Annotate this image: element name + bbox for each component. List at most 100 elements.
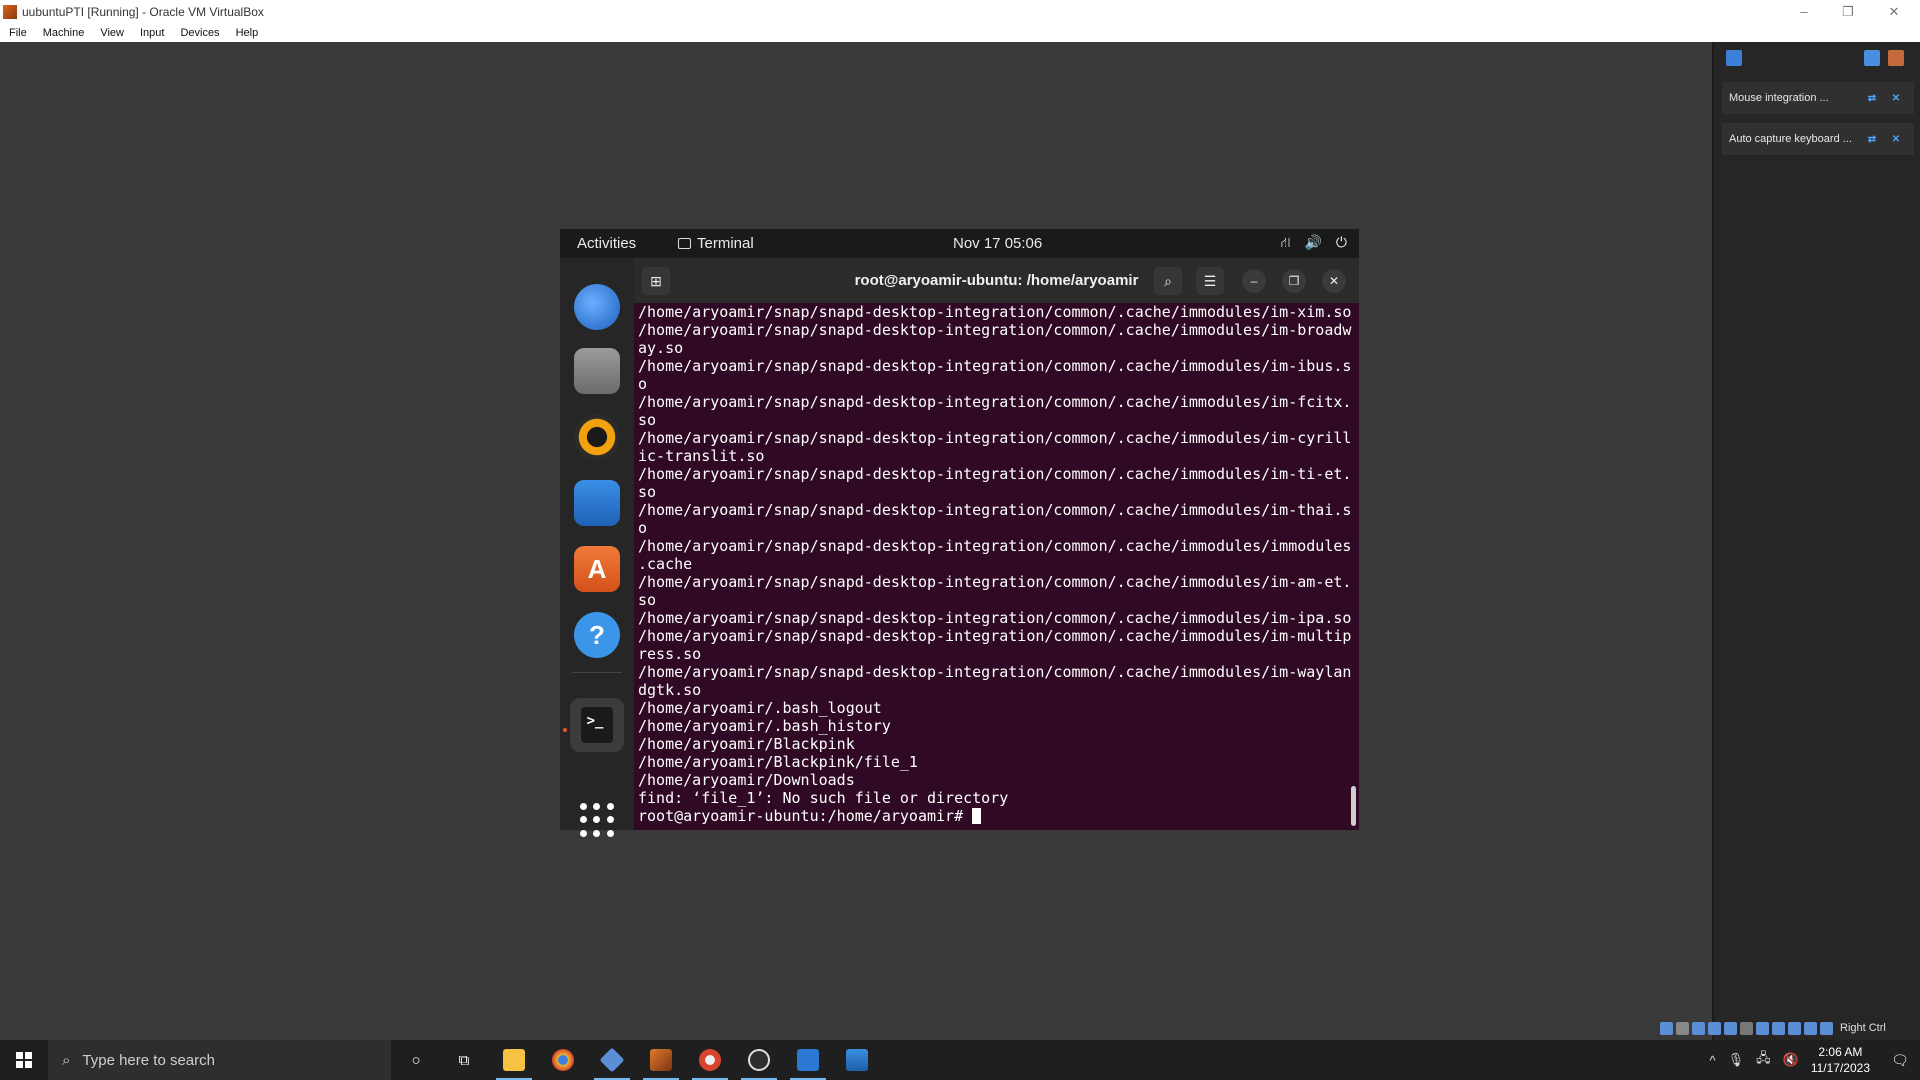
display-icon[interactable]: [1756, 1021, 1769, 1035]
shared-folders-icon[interactable]: [1740, 1021, 1753, 1035]
microphone-icon[interactable]: 🎙: [1728, 1052, 1745, 1068]
windows-taskbar: ⌕ Type here to search ○ ⧉ ^ 🎙 🖧 🔇 2:06 A…: [0, 1040, 1920, 1080]
terminal-line: so: [638, 411, 657, 429]
thunderbird-icon[interactable]: [574, 284, 620, 330]
clock[interactable]: Nov 17 05:06: [953, 235, 1042, 252]
power-icon: ⏻: [1335, 234, 1347, 250]
running-indicator: [563, 728, 567, 732]
terminal-line: /home/aryoamir/snap/snapd-desktop-integr…: [638, 429, 1352, 447]
help-icon[interactable]: ?: [574, 612, 620, 658]
media-player-icon[interactable]: [784, 1040, 832, 1080]
terminal-line: o: [638, 375, 648, 393]
maximize-button[interactable]: ❐: [1282, 269, 1306, 293]
hard-disk-icon[interactable]: [1660, 1021, 1673, 1035]
cpu-icon[interactable]: [1788, 1021, 1801, 1035]
sort-icon[interactable]: [1864, 50, 1880, 66]
terminal-line: /home/aryoamir/snap/snapd-desktop-integr…: [638, 501, 1352, 519]
pin-icon[interactable]: ⇄: [1866, 92, 1878, 104]
ubuntu-desktop: Activities Terminal Nov 17 05:06 ⛙ 🔊 ⏻ A…: [560, 229, 1359, 837]
notification-center-icon[interactable]: [1726, 50, 1742, 66]
obs-icon[interactable]: [735, 1040, 783, 1080]
writer-icon[interactable]: [574, 480, 620, 526]
action-center-icon[interactable]: 🗨: [1880, 1040, 1920, 1080]
usb-icon[interactable]: [1724, 1021, 1737, 1035]
taskbar-search[interactable]: ⌕ Type here to search: [48, 1040, 391, 1080]
menu-button[interactable]: ☰: [1196, 267, 1224, 295]
terminal-icon[interactable]: >_: [570, 698, 624, 752]
chrome-profile-icon[interactable]: [686, 1040, 734, 1080]
terminal-line: /home/aryoamir/Blackpink: [638, 735, 855, 753]
close-button[interactable]: ✕: [1322, 269, 1346, 293]
terminal-scrollbar[interactable]: [1351, 786, 1356, 826]
close-button[interactable]: ✕: [1872, 0, 1916, 23]
pin-icon[interactable]: ⇄: [1866, 133, 1878, 145]
prompt-line[interactable]: root@aryoamir-ubuntu:/home/aryoamir#: [638, 807, 1359, 825]
minimize-button[interactable]: –: [1782, 0, 1826, 23]
terminal-line: /home/aryoamir/snap/snapd-desktop-integr…: [638, 321, 1352, 339]
terminal-line: dgtk.so: [638, 681, 702, 699]
software-icon[interactable]: A: [574, 546, 620, 592]
task-view-button[interactable]: ⧉: [440, 1040, 488, 1080]
network-icon[interactable]: [1708, 1021, 1721, 1035]
file-explorer-icon[interactable]: [490, 1040, 538, 1080]
video-capture-icon[interactable]: [1772, 1021, 1785, 1035]
start-button[interactable]: [0, 1040, 48, 1080]
notification-mouse-integration[interactable]: Mouse integration ... ⇄ ✕: [1722, 82, 1914, 114]
terminal-line: /home/aryoamir/snap/snapd-desktop-integr…: [638, 663, 1352, 681]
terminal-line: /home/aryoamir/snap/snapd-desktop-integr…: [638, 537, 1352, 555]
gnome-top-bar: Activities Terminal Nov 17 05:06 ⛙ 🔊 ⏻: [560, 229, 1359, 258]
virtualbox-taskbar-icon[interactable]: [588, 1040, 636, 1080]
clear-all-icon[interactable]: [1888, 50, 1904, 66]
terminal-line: so: [638, 483, 657, 501]
terminal-line: /home/aryoamir/snap/snapd-desktop-integr…: [638, 627, 1352, 645]
mouse-integration-icon[interactable]: [1804, 1021, 1817, 1035]
audio-icon[interactable]: [1692, 1021, 1705, 1035]
menu-help[interactable]: Help: [228, 27, 267, 39]
notification-auto-capture[interactable]: Auto capture keyboard ... ⇄ ✕: [1722, 123, 1914, 155]
network-icon: ⛙: [1280, 234, 1291, 250]
minimize-button[interactable]: –: [1242, 269, 1266, 293]
optical-drive-icon[interactable]: [1676, 1021, 1689, 1035]
terminal-line: ress.so: [638, 645, 702, 663]
app-menu-terminal[interactable]: Terminal: [678, 235, 754, 252]
cortana-button[interactable]: ○: [392, 1040, 440, 1080]
volume-muted-icon[interactable]: 🔇: [1783, 1052, 1799, 1068]
menu-file[interactable]: File: [0, 27, 35, 39]
clock[interactable]: 2:06 AM 11/17/2023: [1811, 1044, 1870, 1076]
close-icon[interactable]: ✕: [1890, 92, 1902, 104]
terminal-line: /home/aryoamir/.bash_history: [638, 717, 891, 735]
chrome-icon[interactable]: [539, 1040, 587, 1080]
menu-view[interactable]: View: [92, 27, 132, 39]
network-icon[interactable]: 🖧: [1756, 1049, 1771, 1071]
restore-button[interactable]: ❐: [1826, 0, 1870, 23]
activities-button[interactable]: Activities: [577, 235, 636, 252]
keyboard-icon[interactable]: [1820, 1021, 1833, 1035]
rhythmbox-icon[interactable]: [574, 414, 620, 460]
photos-icon[interactable]: [833, 1040, 881, 1080]
terminal-icon: [678, 238, 691, 249]
chevron-up-icon[interactable]: ^: [1710, 1053, 1716, 1068]
menu-input[interactable]: Input: [132, 27, 172, 39]
terminal-line: so: [638, 591, 657, 609]
terminal-line: /home/aryoamir/snap/snapd-desktop-integr…: [638, 573, 1352, 591]
system-tray[interactable]: ⛙ 🔊 ⏻: [1281, 234, 1347, 253]
close-icon[interactable]: ✕: [1890, 133, 1902, 145]
menu-devices[interactable]: Devices: [172, 27, 227, 39]
terminal-line: /home/aryoamir/Blackpink/file_1: [638, 753, 918, 771]
virtualbox-icon: [3, 4, 17, 19]
terminal-line: /home/aryoamir/Downloads: [638, 771, 855, 789]
search-button[interactable]: ⌕: [1154, 267, 1182, 295]
terminal-line: o: [638, 519, 648, 537]
system-tray: ^ 🎙 🖧 🔇 2:06 AM 11/17/2023 🗨: [1704, 1040, 1920, 1080]
terminal-line: /home/aryoamir/snap/snapd-desktop-integr…: [638, 303, 1352, 321]
files-icon[interactable]: [574, 348, 620, 394]
terminal-output[interactable]: /home/aryoamir/snap/snapd-desktop-integr…: [634, 303, 1359, 830]
notification-panel: Mouse integration ... ⇄ ✕ Auto capture k…: [1712, 42, 1920, 1042]
terminal-line: /home/aryoamir/snap/snapd-desktop-integr…: [638, 393, 1352, 411]
windows-icon: [16, 1052, 32, 1068]
terminal-headerbar: ⊞ root@aryoamir-ubuntu: /home/aryoamir ⌕…: [634, 258, 1359, 303]
vm-taskbar-icon[interactable]: [637, 1040, 685, 1080]
show-applications-icon[interactable]: [580, 803, 614, 837]
menu-machine[interactable]: Machine: [35, 27, 93, 39]
ubuntu-dock: A ? >_: [560, 258, 634, 837]
